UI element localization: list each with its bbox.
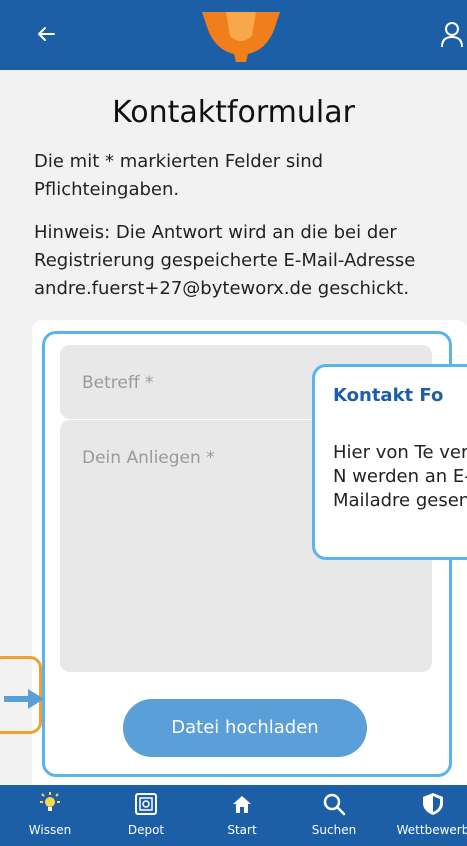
safe-icon (135, 793, 157, 815)
nav-depot-label: Depot (127, 823, 165, 837)
arrow-left-icon[interactable] (34, 22, 58, 46)
nav-depot[interactable]: Depot (116, 785, 176, 846)
search-icon (323, 793, 346, 816)
nav-wissen[interactable]: Wissen (20, 785, 80, 846)
subject-placeholder: Betreff * (82, 373, 154, 393)
user-icon[interactable] (440, 20, 464, 48)
nav-wettbewerb[interactable]: Wettbewerb (388, 785, 467, 846)
arrow-right-icon (4, 689, 44, 709)
nav-suchen[interactable]: Suchen (304, 785, 364, 846)
tutorial-tooltip: Kontakt Fo Hier von Te verfasste N werde… (312, 364, 467, 560)
tooltip-body: Hier von Te verfasste N werden an E-Mail… (333, 442, 467, 511)
upload-file-button[interactable]: Datei hochladen (123, 699, 367, 757)
email-hint: Hinweis: Die Antwort wird an die bei der… (34, 222, 416, 299)
bottom-navigation: Wissen Depot Start Suchen Wettbewerb (0, 785, 467, 846)
required-fields-note: Die mit * markierten Felder sind Pflicht… (34, 151, 324, 200)
nav-wettbewerb-label: Wettbewerb (396, 823, 467, 837)
shield-icon (423, 793, 443, 815)
lightbulb-icon (40, 792, 60, 811)
page-title: Kontaktformular (112, 95, 355, 130)
nav-wissen-label: Wissen (28, 823, 72, 837)
home-icon (233, 796, 251, 813)
top-app-bar (0, 0, 467, 70)
nav-suchen-label: Suchen (311, 823, 357, 837)
trophy-logo[interactable] (196, 6, 286, 64)
tooltip-title: Kontakt Fo (333, 385, 444, 406)
nav-start-label: Start (227, 823, 257, 837)
message-placeholder: Dein Anliegen * (82, 448, 215, 468)
nav-start[interactable]: Start (212, 785, 272, 846)
